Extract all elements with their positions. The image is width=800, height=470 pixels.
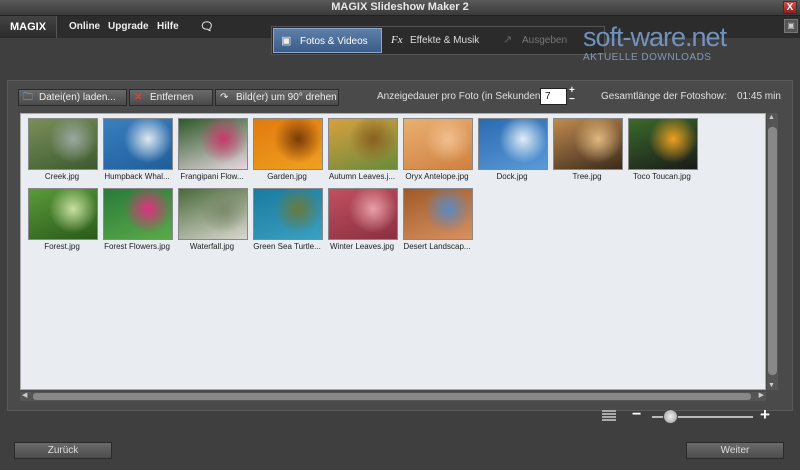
photo-thumbnail[interactable]: Oryx Antelope.jpg xyxy=(402,118,474,181)
scrollbar-thumb[interactable] xyxy=(33,393,751,400)
scroll-down-icon[interactable]: ▼ xyxy=(768,382,775,389)
total-length-label: Gesamtlänge der Fotoshow: xyxy=(601,91,727,102)
thumbnail-caption: Frangipani Flow... xyxy=(180,172,244,181)
list-view-icon[interactable] xyxy=(602,410,616,422)
thumbnail-image xyxy=(253,118,323,170)
scroll-up-icon[interactable]: ▲ xyxy=(768,114,775,121)
thumbnail-caption: Dock.jpg xyxy=(496,172,528,181)
back-button[interactable]: Zurück xyxy=(14,442,112,459)
photo-thumbnail[interactable]: Winter Leaves.jpg xyxy=(327,188,399,251)
thumbnail-image xyxy=(103,188,173,240)
title-bar: MAGIX Slideshow Maker 2 X xyxy=(0,0,800,16)
thumbnail-caption: Forest.jpg xyxy=(44,242,80,251)
photo-thumbnail[interactable]: Desert Landscap... xyxy=(402,188,474,251)
duration-input[interactable] xyxy=(540,88,567,105)
button-label: Bild(er) um 90° drehen xyxy=(236,92,337,103)
zoom-slider-handle[interactable] xyxy=(663,409,679,424)
duration-label: Anzeigedauer pro Foto (in Sekunden): xyxy=(377,91,547,102)
thumbnail-caption: Oryx Antelope.jpg xyxy=(405,172,469,181)
next-button[interactable]: Weiter xyxy=(686,442,784,459)
photo-thumbnail[interactable]: Forest Flowers.jpg xyxy=(102,188,174,251)
scroll-right-icon[interactable]: ▶ xyxy=(759,391,764,399)
thumbnail-caption: Desert Landscap... xyxy=(403,242,471,251)
scroll-left-icon[interactable]: ◀ xyxy=(22,391,27,399)
watermark-tagline: AKTUELLE DOWNLOADS xyxy=(583,52,712,63)
tab-label: Fotos & Videos xyxy=(300,36,368,47)
photo-thumbnail[interactable]: Creek.jpg xyxy=(27,118,99,181)
photo-thumbnail[interactable]: Tree.jpg xyxy=(552,118,624,181)
thumbnail-image xyxy=(28,188,98,240)
thumbnail-image xyxy=(253,188,323,240)
photo-thumbnail[interactable]: Waterfall.jpg xyxy=(177,188,249,251)
fx-icon: Fx xyxy=(391,34,403,46)
rotate-icon: ↷ xyxy=(220,92,229,103)
photo-thumbnail[interactable]: Frangipani Flow... xyxy=(177,118,249,181)
thumbnail-caption: Humpback Whal... xyxy=(104,172,170,181)
photo-gallery: Creek.jpg Humpback Whal... Frangipani Flow… xyxy=(20,113,766,390)
thumbnail-image xyxy=(103,118,173,170)
photo-thumbnail[interactable]: Autumn Leaves.j... xyxy=(327,118,399,181)
help-bubble-icon[interactable]: 🗨︎ xyxy=(200,16,214,38)
menu-upgrade[interactable]: Upgrade xyxy=(108,16,149,38)
photo-thumbnail[interactable]: Humpback Whal... xyxy=(102,118,174,181)
tab-label: Ausgeben xyxy=(522,35,568,46)
magix-logo: MAGIX xyxy=(0,16,57,38)
thumbnail-image xyxy=(403,118,473,170)
workflow-tabs: ▣ Fotos & Videos Fx Effekte & Musik ↗ Au… xyxy=(271,26,605,55)
restore-icon[interactable]: ▣ xyxy=(784,19,798,33)
thumbnail-image xyxy=(628,118,698,170)
watermark-brand: soft-ware.net xyxy=(583,22,727,52)
export-arrow-icon: ↗ xyxy=(503,34,513,46)
photo-thumbnail[interactable]: Dock.jpg xyxy=(477,118,549,181)
vertical-scrollbar[interactable]: ▲ ▼ xyxy=(767,113,778,390)
photo-icon: ▣ xyxy=(281,35,292,47)
menu-hilfe[interactable]: Hilfe xyxy=(157,16,179,38)
thumbnail-caption: Toco Toucan.jpg xyxy=(633,172,691,181)
horizontal-scrollbar[interactable]: ◀ ▶ xyxy=(20,392,766,401)
tab-fotos-videos[interactable]: ▣ Fotos & Videos xyxy=(273,28,382,53)
window-title: MAGIX Slideshow Maker 2 xyxy=(331,1,469,13)
photo-thumbnail[interactable]: Garden.jpg xyxy=(252,118,324,181)
decrement-icon[interactable]: − xyxy=(569,95,575,105)
load-files-button[interactable]: 🗀︎ Datei(en) laden... xyxy=(18,89,127,106)
thumbnail-image xyxy=(478,118,548,170)
thumbnail-image xyxy=(178,118,248,170)
thumbnail-image xyxy=(178,188,248,240)
total-length-value: 01:45 min xyxy=(737,91,781,102)
thumbnail-image xyxy=(328,188,398,240)
thumbnail-caption: Garden.jpg xyxy=(267,172,307,181)
photo-thumbnail[interactable]: Toco Toucan.jpg xyxy=(627,118,699,181)
close-button[interactable]: X xyxy=(783,1,797,14)
remove-icon: ✕ xyxy=(134,92,143,103)
menu-online[interactable]: Online xyxy=(69,16,100,38)
thumbnail-image xyxy=(403,188,473,240)
thumbnail-image xyxy=(28,118,98,170)
photo-thumbnail[interactable]: Green Sea Turtle... xyxy=(252,188,324,251)
thumbnail-caption: Winter Leaves.jpg xyxy=(329,242,395,251)
zoom-out-button[interactable]: − xyxy=(632,406,641,424)
thumbnail-caption: Green Sea Turtle... xyxy=(253,242,321,251)
thumbnail-caption: Forest Flowers.jpg xyxy=(104,242,170,251)
thumbnail-caption: Waterfall.jpg xyxy=(189,242,235,251)
folder-icon: 🗀︎ xyxy=(23,92,33,103)
tab-label: Effekte & Musik xyxy=(410,35,480,46)
tab-effekte-musik[interactable]: Fx Effekte & Musik xyxy=(384,28,494,53)
rotate-button[interactable]: ↷ Bild(er) um 90° drehen xyxy=(215,89,339,106)
button-label: Datei(en) laden... xyxy=(39,92,116,103)
photo-thumbnail[interactable]: Forest.jpg xyxy=(27,188,99,251)
thumbnail-caption: Tree.jpg xyxy=(572,172,602,181)
scrollbar-thumb[interactable] xyxy=(768,127,777,375)
thumbnail-caption: Creek.jpg xyxy=(44,172,80,181)
thumbnail-image xyxy=(553,118,623,170)
zoom-in-button[interactable]: + xyxy=(760,405,770,425)
remove-button[interactable]: ✕ Entfernen xyxy=(129,89,213,106)
button-label: Entfernen xyxy=(150,92,194,103)
thumbnail-image xyxy=(328,118,398,170)
thumbnail-caption: Autumn Leaves.j... xyxy=(328,172,396,181)
